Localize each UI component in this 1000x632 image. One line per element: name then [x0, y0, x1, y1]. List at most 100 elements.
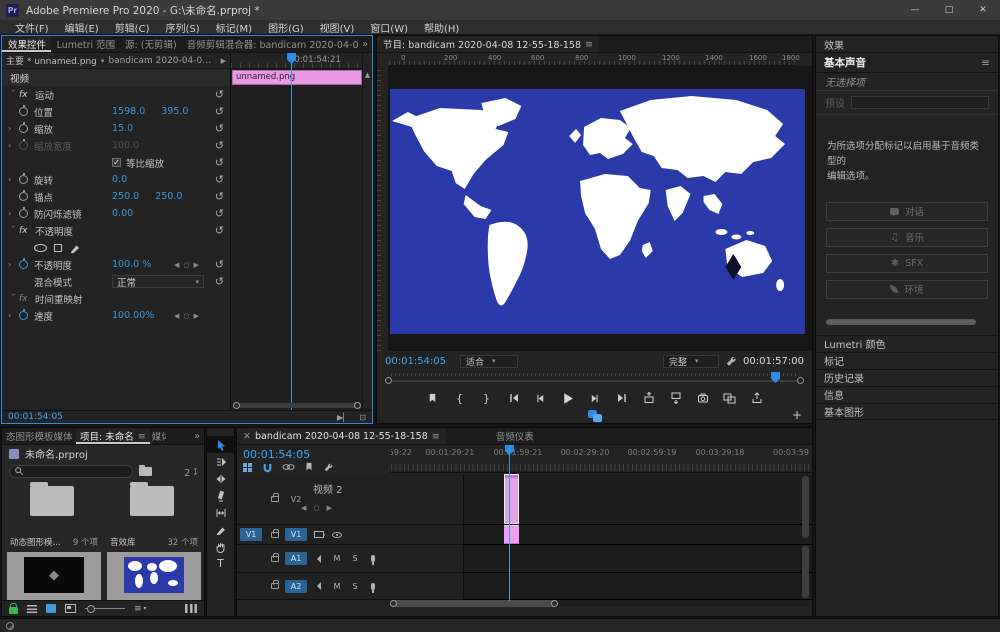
settings-wrench-icon[interactable]: [725, 355, 737, 367]
menu-sequence[interactable]: 序列(S): [158, 20, 206, 35]
tab-sequence[interactable]: ✕ bandicam 2020-04-08 12-55-18-158 ≡: [237, 428, 446, 444]
stopwatch-icon[interactable]: [19, 209, 28, 218]
reset-icon[interactable]: ↺: [215, 122, 224, 135]
lock-icon[interactable]: [271, 496, 279, 502]
menu-file[interactable]: 文件(F): [8, 20, 56, 35]
rotation-value[interactable]: 0.0: [112, 174, 127, 185]
ambience-button[interactable]: 环境: [826, 280, 988, 299]
preset-input[interactable]: [851, 96, 989, 109]
next-keyframe-icon[interactable]: ▶: [327, 504, 332, 512]
show-timeline-view-icon[interactable]: ▶: [221, 57, 226, 65]
lock-icon[interactable]: [271, 556, 279, 562]
position-x-value[interactable]: 1598.0: [112, 106, 145, 117]
type-tool[interactable]: T: [207, 555, 234, 572]
project-file-name[interactable]: 未命名.prproj: [25, 446, 88, 461]
tab-motion-graphics-templates[interactable]: 态图形模板媒体: [2, 428, 76, 444]
play-button[interactable]: [561, 391, 575, 405]
playback-resolution-select[interactable]: 完整 ▾: [663, 355, 719, 368]
reset-icon[interactable]: ↺: [215, 224, 224, 237]
next-keyframe-icon[interactable]: ▶: [194, 261, 199, 269]
add-keyframe-icon[interactable]: ○: [313, 504, 319, 512]
markers-header[interactable]: 标记: [816, 352, 998, 369]
reset-icon[interactable]: ↺: [215, 105, 224, 118]
source-v1-badge[interactable]: V1: [240, 528, 262, 541]
effects-panel-header[interactable]: 效果: [816, 36, 998, 53]
stopwatch-icon[interactable]: [19, 260, 28, 269]
razor-tool[interactable]: [207, 487, 234, 504]
pen-mask-icon[interactable]: [69, 242, 81, 254]
anchor-y-value[interactable]: 250.0: [155, 191, 182, 202]
clip-v2-selected[interactable]: [504, 474, 519, 524]
stopwatch-icon[interactable]: [19, 175, 28, 184]
close-button[interactable]: ✕: [966, 0, 1000, 20]
hand-tool[interactable]: [207, 538, 234, 555]
track-output-eye-icon[interactable]: [332, 532, 342, 538]
mark-in-button[interactable]: {: [453, 391, 467, 405]
panel-menu-icon[interactable]: ≡: [981, 57, 990, 69]
sequence-clip-label[interactable]: bandicam 2020-04-08 12-55-18-...: [108, 56, 216, 66]
track-a1-badge[interactable]: A1: [285, 552, 307, 565]
track-a2-badge[interactable]: A2: [285, 580, 307, 593]
search-input[interactable]: [9, 465, 133, 478]
panel-menu-icon[interactable]: ≡: [138, 431, 146, 442]
bin-item[interactable]: 动态图形模...9 个项: [6, 480, 102, 550]
voiceover-mic-icon[interactable]: [371, 583, 375, 590]
chevron-right-icon[interactable]: ›: [8, 209, 19, 218]
ripple-edit-tool[interactable]: [207, 470, 234, 487]
history-header[interactable]: 历史记录: [816, 369, 998, 386]
clip-v1[interactable]: [504, 525, 519, 544]
voiceover-mic-icon[interactable]: [371, 555, 375, 562]
reset-icon[interactable]: ↺: [215, 173, 224, 186]
track-v1-badge[interactable]: V1: [285, 528, 307, 541]
close-tab-icon[interactable]: ✕: [243, 431, 251, 442]
lock-icon[interactable]: [271, 532, 279, 538]
fx-badge-icon[interactable]: fx: [19, 226, 35, 236]
ec-mini-ruler[interactable]: 00:01:54:21: [231, 53, 363, 69]
timeline-h-scrollbar[interactable]: [391, 600, 809, 607]
blend-mode-select[interactable]: 正常 ▾: [112, 275, 204, 288]
go-to-out-button[interactable]: [615, 391, 629, 405]
clip-thumbnail-item[interactable]: [107, 552, 201, 600]
fx-opacity-row[interactable]: › fx 不透明度 ↺: [2, 222, 230, 239]
position-y-value[interactable]: 395.0: [161, 106, 188, 117]
folder-search-icon[interactable]: [139, 467, 152, 476]
tab-lumetri-scopes[interactable]: Lumetri 范围: [51, 36, 119, 52]
menu-view[interactable]: 视图(V): [313, 20, 362, 35]
speed-value[interactable]: 100.00%: [112, 310, 154, 321]
chevron-right-icon[interactable]: ›: [8, 311, 19, 320]
reset-icon[interactable]: ↺: [215, 139, 224, 152]
chevron-down-icon[interactable]: ▾: [101, 57, 105, 65]
chevron-expanded-icon[interactable]: ›: [9, 293, 18, 304]
status-notification-icon[interactable]: [6, 622, 14, 630]
track-v2-name[interactable]: 视频 2: [313, 481, 343, 496]
tab-effect-controls[interactable]: 效果控件: [2, 36, 51, 52]
reset-icon[interactable]: ↺: [215, 207, 224, 220]
mute-button[interactable]: M: [331, 580, 343, 592]
menu-edit[interactable]: 编辑(E): [58, 20, 106, 35]
slip-tool[interactable]: [207, 504, 234, 521]
tab-media-browser[interactable]: 媒体: [150, 428, 166, 444]
step-back-button[interactable]: [534, 391, 548, 405]
menu-markers[interactable]: 标记(M): [209, 20, 259, 35]
ec-playhead-line[interactable]: [291, 53, 292, 410]
master-clip-label[interactable]: 主要 * unnamed.png: [6, 54, 97, 67]
track-a1-lane[interactable]: [464, 545, 812, 573]
ec-timecode[interactable]: 00:01:54:05: [8, 412, 63, 422]
solo-button[interactable]: S: [349, 553, 361, 565]
go-to-in-button[interactable]: [507, 391, 521, 405]
timeline-ruler[interactable]: :59:22 00:01:29:21 00:01:59:21 00:02:29:…: [391, 445, 811, 473]
menu-clip[interactable]: 剪辑(C): [108, 20, 157, 35]
effect-controls-timeline[interactable]: 00:01:54:21 unnamed.png: [230, 53, 363, 410]
button-editor-plus[interactable]: +: [792, 408, 802, 422]
timeline-timecode[interactable]: 00:01:54:05: [243, 448, 310, 461]
snap-magnet-icon[interactable]: [262, 462, 273, 473]
sidebar-h-scrollbar[interactable]: [826, 319, 976, 325]
play-only-icon[interactable]: ▶▏: [337, 413, 349, 422]
clip-thumbnail-item[interactable]: ◆: [7, 552, 101, 600]
chevron-right-icon[interactable]: ›: [8, 124, 19, 133]
antiflicker-value[interactable]: 0.00: [112, 208, 133, 219]
scale-value[interactable]: 15.0: [112, 123, 133, 134]
panel-menu-icon[interactable]: ≡: [432, 431, 440, 442]
video-section-header[interactable]: 视频: [2, 69, 230, 86]
menu-window[interactable]: 窗口(W): [363, 20, 415, 35]
